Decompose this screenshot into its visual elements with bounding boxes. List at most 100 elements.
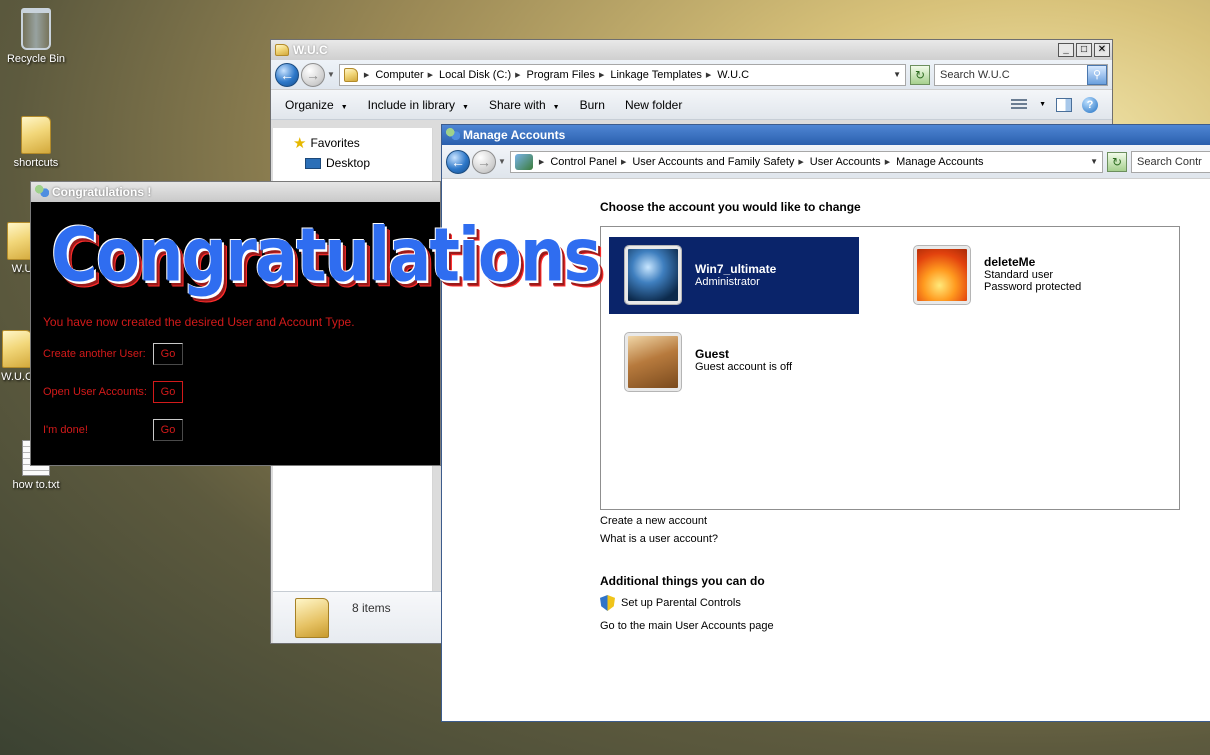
chevron-down-icon: ▼ [552,103,560,111]
star-icon: ★ [293,135,307,152]
folder-icon [2,330,32,368]
refresh-button[interactable]: ↻ [910,64,930,85]
chevron-right-icon: ▶ [705,71,712,79]
maximize-button[interactable]: □ [1076,43,1092,57]
done-go-button[interactable]: Go [153,419,183,441]
chevron-right-icon: ▶ [515,71,521,79]
share-with-label: Share with [488,97,546,112]
back-button[interactable]: ← [446,149,470,174]
open-accounts-go-button[interactable]: Go [153,381,183,403]
suitcase-picture [624,332,682,392]
address-dropdown-icon[interactable]: ▼ [893,70,901,79]
desktop-icon [305,157,321,169]
chevron-right-icon: ▶ [427,71,433,79]
command-bar: Organize ▼ Include in library ▼ Share with… [271,90,1112,120]
preview-pane-icon[interactable] [1056,97,1072,112]
dialog-title: Congratulations ! [52,185,152,199]
option-done: I'm done! Go [43,419,183,441]
option-label: Open User Accounts: [43,386,147,398]
change-view-icon[interactable] [1011,98,1028,111]
breadcrumb-program-files[interactable]: Program Files [527,69,595,81]
breadcrumb-computer[interactable]: Computer [375,69,423,81]
breadcrumb-user-accounts[interactable]: User Accounts [810,156,881,168]
chevron-down-icon: ▼ [340,103,348,111]
windows-logo-picture [624,245,682,305]
folder-icon [343,67,358,82]
forward-button[interactable]: → [472,149,496,174]
folder-icon [21,116,51,154]
recycle-bin-icon [21,8,51,50]
orange-flower-picture [913,245,971,305]
organize-menu[interactable]: Organize ▼ [285,98,348,112]
breadcrumb-linkage-templates[interactable]: Linkage Templates [610,69,702,81]
account-name: Win7_ultimate [695,262,777,276]
parental-controls-link[interactable]: Set up Parental Controls [600,595,1190,611]
manage-accounts-content: Choose the account you would like to cha… [600,200,1190,632]
breadcrumb-control-panel[interactable]: Control Panel [550,156,617,168]
window-title: Manage Accounts [463,128,566,142]
breadcrumb-wuc[interactable]: W.U.C [717,69,749,81]
window-titlebar[interactable]: W.U.C _ □ ✕ [271,40,1112,60]
forward-button[interactable]: → [301,62,325,87]
close-button[interactable]: ✕ [1094,43,1110,57]
account-type: Administrator [695,276,760,288]
account-password-status: Password protected [984,281,1082,293]
desktop-icon-label: shortcuts [13,157,59,169]
search-icon[interactable]: ⚲ [1087,64,1107,85]
include-in-library-label: Include in library [367,97,456,112]
share-with-menu[interactable]: Share with ▼ [489,98,560,112]
burn-button[interactable]: Burn [580,98,605,112]
include-in-library-menu[interactable]: Include in library ▼ [368,98,469,112]
dialog-titlebar[interactable]: Congratulations ! [31,182,440,202]
option-label: Create another User: [43,348,146,360]
create-account-link[interactable]: Create a new account [600,515,1190,527]
organize-label: Organize [285,97,334,112]
address-dropdown-icon[interactable]: ▼ [1090,157,1098,166]
recent-pages-dropdown[interactable]: ▼ [327,70,335,79]
congratulations-banner: Congratulations [51,214,601,300]
recent-pages-dropdown[interactable]: ▼ [498,157,506,166]
option-create-another-user: Create another User: Go [43,343,183,365]
additional-heading: Additional things you can do [600,574,765,588]
nav-item-desktop[interactable]: Desktop [273,152,432,170]
new-folder-button[interactable]: New folder [625,98,682,112]
desktop-icon-label: W.U.C [1,371,33,383]
success-message: You have now created the desired User an… [43,315,355,329]
help-icon[interactable]: ? [1082,96,1098,113]
breadcrumb-user-accounts-family-safety[interactable]: User Accounts and Family Safety [632,156,794,168]
option-open-user-accounts: Open User Accounts: Go [43,381,183,403]
chevron-down-icon[interactable]: ▼ [1039,101,1046,108]
account-status: Guest account is off [695,361,793,373]
desktop-icon-recycle-bin[interactable]: Recycle Bin [1,8,71,65]
nav-item-favorites[interactable]: ★ Favorites [273,128,432,152]
minimize-button[interactable]: _ [1058,43,1074,57]
control-panel-icon [514,153,533,170]
address-bar[interactable]: ▶ Computer ▶ Local Disk (C:) ▶ Program F… [338,63,906,86]
option-label: I'm done! [43,424,88,436]
what-is-user-account-link[interactable]: What is a user account? [600,533,1190,545]
breadcrumb-local-disk[interactable]: Local Disk (C:) [439,69,511,81]
desktop-icon-shortcuts[interactable]: shortcuts [1,116,71,169]
window-titlebar[interactable]: Manage Accounts [442,125,1210,145]
search-input[interactable]: Search Contr [1131,150,1210,173]
back-button[interactable]: ← [275,62,299,87]
window-title: W.U.C [293,43,328,57]
main-user-accounts-link[interactable]: Go to the main User Accounts page [600,620,1190,632]
account-list: Win7_ultimate Administrator deleteMe Sta… [600,226,1180,510]
account-type: Standard user [984,269,1054,281]
account-tile-guest[interactable]: Guest Guest account is off [624,332,793,392]
chevron-right-icon: ▶ [598,71,605,79]
address-bar[interactable]: ▶ Control Panel ▶ User Accounts and Fami… [509,150,1103,173]
folder-icon [275,44,289,56]
chevron-right-icon: ▶ [363,71,370,79]
search-input[interactable]: Search W.U.C ⚲ [934,63,1108,86]
refresh-button[interactable]: ↻ [1107,151,1127,172]
page-heading: Choose the account you would like to cha… [600,200,861,214]
users-icon [35,185,49,199]
folder-icon [295,598,329,638]
account-tile-win7-ultimate[interactable]: Win7_ultimate Administrator [609,237,859,314]
breadcrumb-manage-accounts[interactable]: Manage Accounts [896,156,983,168]
parental-controls-label: Set up Parental Controls [621,597,741,609]
account-tile-deleteme[interactable]: deleteMe Standard user Password protecte… [913,245,1082,305]
create-user-go-button[interactable]: Go [153,343,183,365]
